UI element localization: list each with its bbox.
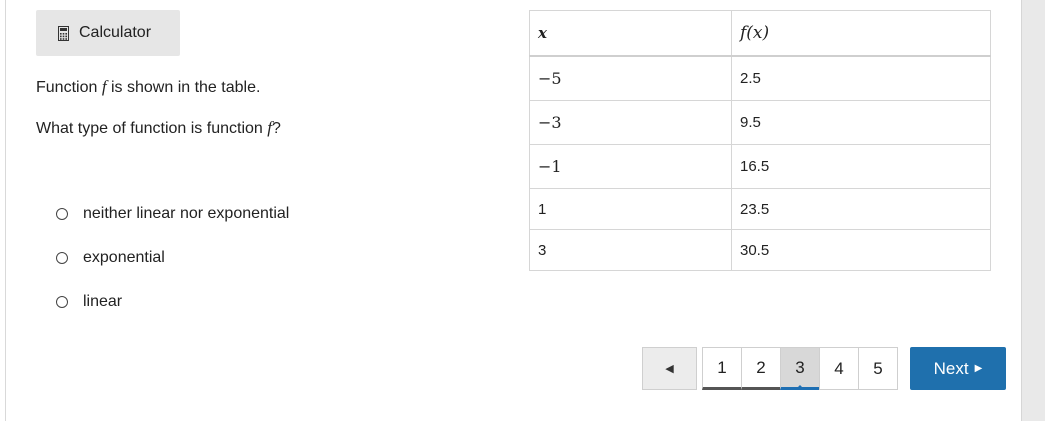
next-arrow-icon: ▶ (974, 363, 983, 374)
page-navigation: 1 2 3 4 5 (702, 347, 898, 390)
function-table: x f(x) −5 2.5 −3 9.5 −1 16.5 1 23.5 3 30… (529, 10, 991, 271)
table-cell-fx: 9.5 (731, 100, 991, 145)
calculator-button[interactable]: Calculator (36, 10, 180, 56)
question-text: ? (271, 120, 281, 137)
radio-button[interactable] (56, 296, 68, 308)
answer-option-exponential[interactable]: exponential (56, 247, 165, 269)
question-prompt: What type of function is function f? (36, 118, 281, 138)
page-button-2[interactable]: 2 (741, 347, 781, 390)
question-text: is shown in the table. (106, 79, 261, 96)
option-label: neither linear nor exponential (83, 205, 290, 222)
table-row: 3 30.5 (529, 229, 991, 271)
page-button-3[interactable]: 3 (780, 347, 820, 390)
answer-option-linear[interactable]: linear (56, 291, 122, 313)
table-row: −5 2.5 (529, 55, 991, 101)
next-label: Next (933, 358, 969, 378)
page-button-5[interactable]: 5 (858, 347, 898, 390)
question-text: What type of function is function (36, 120, 268, 137)
table-cell-x: 3 (529, 229, 732, 271)
page-button-1[interactable]: 1 (702, 347, 742, 390)
table-cell-fx: 2.5 (731, 55, 991, 101)
next-button[interactable]: Next ▶ (910, 347, 1006, 390)
table-cell-fx: 23.5 (731, 188, 991, 230)
previous-button[interactable]: ◀ (642, 347, 697, 390)
calculator-label: Calculator (79, 24, 152, 41)
table-cell-x: −1 (529, 144, 732, 189)
answer-option-neither[interactable]: neither linear nor exponential (56, 203, 289, 225)
previous-arrow-icon: ◀ (665, 363, 674, 375)
table-header-row: x f(x) (529, 10, 991, 57)
radio-button[interactable] (56, 252, 68, 264)
table-cell-fx: 30.5 (731, 229, 991, 271)
column-header-fx: f(x) (731, 10, 991, 57)
column-header-x: x (529, 10, 732, 57)
table-cell-x: 1 (529, 188, 732, 230)
table-cell-x: −3 (529, 100, 732, 145)
table-cell-x: −5 (529, 55, 732, 101)
table-cell-fx: 16.5 (731, 144, 991, 189)
page-button-4[interactable]: 4 (819, 347, 859, 390)
radio-button[interactable] (56, 208, 68, 220)
option-label: exponential (83, 249, 165, 266)
left-border (5, 0, 6, 421)
right-scroll-gutter (1021, 0, 1045, 421)
question-text: Function (36, 79, 102, 96)
table-row: −3 9.5 (529, 100, 991, 145)
table-row: 1 23.5 (529, 188, 991, 230)
question-stem: Function f is shown in the table. (36, 77, 260, 97)
calculator-icon (58, 25, 69, 41)
option-label: linear (83, 293, 123, 310)
table-row: −1 16.5 (529, 144, 991, 189)
